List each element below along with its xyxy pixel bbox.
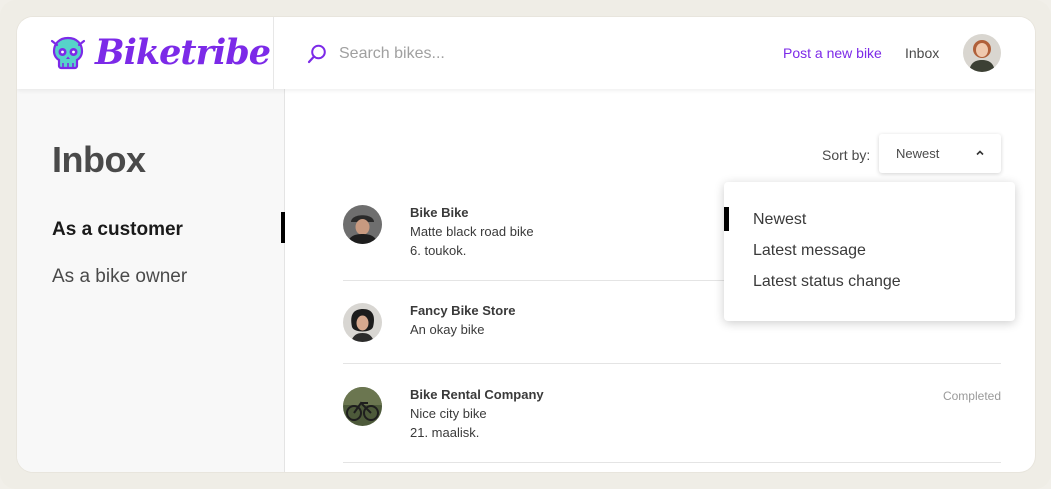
- top-bar: Biketribe Post a new bike Inbox: [17, 17, 1035, 89]
- conversation-subject: An okay bike: [410, 322, 485, 337]
- conversation-date: 21. maalisk.: [410, 425, 480, 440]
- search-input[interactable]: [339, 41, 639, 67]
- sidebar: Inbox As a customer As a bike owner: [17, 89, 285, 472]
- avatar-image: [343, 387, 382, 426]
- conversation-subject: Matte black road bike: [410, 224, 534, 239]
- sort-select[interactable]: Newest: [879, 134, 1001, 173]
- inbox-link[interactable]: Inbox: [905, 45, 939, 61]
- app-frame: Biketribe Post a new bike Inbox Inbox: [0, 0, 1051, 489]
- logo-wordmark: Biketribe: [95, 32, 271, 73]
- conversation-subject: Nice city bike: [410, 406, 487, 421]
- page-title: Inbox: [52, 139, 146, 180]
- sort-option-newest[interactable]: Newest: [753, 211, 806, 229]
- conversation-name: Fancy Bike Store: [410, 303, 516, 318]
- sort-option-latest-status-change[interactable]: Latest status change: [753, 273, 901, 291]
- user-avatar-image: [963, 34, 1001, 72]
- search-icon: [307, 44, 326, 64]
- conversation-name: Bike Bike: [410, 205, 469, 220]
- sort-label: Sort by:: [822, 147, 871, 163]
- status-badge: Completed: [942, 389, 1001, 403]
- selected-option-indicator: [724, 207, 729, 231]
- conversation-name: Bike Rental Company: [410, 387, 544, 402]
- logo-area[interactable]: Biketribe: [17, 17, 274, 89]
- chevron-up-icon: [976, 150, 984, 156]
- active-tab-indicator: [281, 212, 285, 243]
- user-avatar[interactable]: [963, 34, 1001, 72]
- app-window: Biketribe Post a new bike Inbox Inbox: [17, 17, 1035, 472]
- sidebar-item-as-customer[interactable]: As a customer: [52, 219, 183, 241]
- sort-option-latest-message[interactable]: Latest message: [753, 242, 866, 260]
- avatar: [343, 205, 382, 244]
- conversation-row[interactable]: Bike Rental Company Nice city bike 21. m…: [343, 387, 1001, 463]
- sort-selected-value: Newest: [896, 146, 940, 161]
- avatar: [343, 387, 382, 426]
- avatar-image: [343, 303, 382, 342]
- avatar-image: [343, 205, 382, 244]
- post-new-bike-link[interactable]: Post a new bike: [783, 45, 882, 61]
- sort-dropdown-menu: Newest Latest message Latest status chan…: [724, 182, 1015, 321]
- avatar: [343, 303, 382, 342]
- skull-logo-icon: [50, 36, 86, 70]
- sidebar-item-as-bike-owner[interactable]: As a bike owner: [52, 266, 187, 288]
- conversation-date: 6. toukok.: [410, 243, 467, 258]
